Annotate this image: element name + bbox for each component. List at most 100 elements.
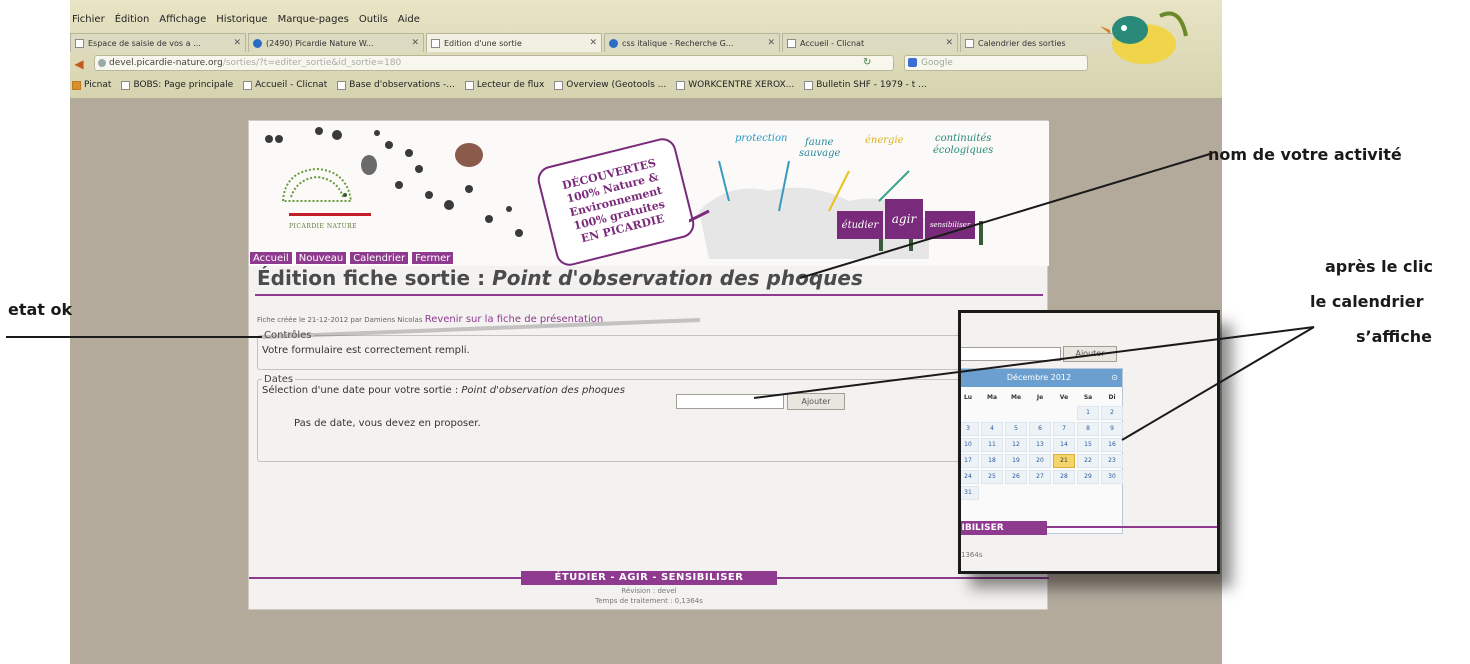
calendar-day[interactable]: 11 <box>981 438 1003 452</box>
calendar-day[interactable]: 26 <box>1005 470 1027 484</box>
calendar-day[interactable]: 30 <box>1101 470 1123 484</box>
bookmark-picnat[interactable]: Picnat <box>72 80 111 90</box>
close-icon[interactable]: ✕ <box>945 38 953 48</box>
calendar-day[interactable]: 16 <box>1101 438 1123 452</box>
calendar-day[interactable]: 31 <box>961 486 979 500</box>
calendar-day[interactable]: 3 <box>961 422 979 436</box>
tab-bar: Espace de saisie de vos a ... ✕ (2490) Pi… <box>70 33 1138 53</box>
calendar-day[interactable]: 22 <box>1077 454 1099 468</box>
bookmark-lecteur-flux[interactable]: Lecteur de flux <box>464 80 544 90</box>
inset-date-input[interactable] <box>961 347 1061 361</box>
calendar-day[interactable]: 9 <box>1101 422 1123 436</box>
nav-calendrier[interactable]: Calendrier <box>349 251 410 265</box>
calendar-day[interactable]: 7 <box>1053 422 1075 436</box>
calendar-weekday: Ve <box>1059 394 1069 401</box>
calendar-day[interactable]: 24 <box>961 470 979 484</box>
calendar-grid: Lu Ma Me Je Ve Sa Di 1 2 3 4 5 6 7 8 9 10 11 12 13 14 15 16 17 1… <box>961 387 1123 501</box>
tab-edition-sortie[interactable]: Edition d'une sortie ✕ <box>426 33 602 52</box>
tab-accueil-clicnat[interactable]: Accueil - Clicnat ✕ <box>782 33 958 52</box>
web-page: PICARDIE NATURE DÉCOUVERTES 100% Nature … <box>248 120 1057 610</box>
menu-marque-pages[interactable]: Marque-pages <box>278 14 349 32</box>
date-input[interactable] <box>676 394 784 409</box>
calendar-day[interactable]: 19 <box>1005 454 1027 468</box>
bookmark-bulletin-shf[interactable]: Bulletin SHF - 1979 - t ... <box>804 80 927 90</box>
back-to-presentation-link[interactable]: Revenir sur la fiche de présentation <box>425 314 604 325</box>
annotation-activity-name: nom de votre activité <box>1208 145 1402 164</box>
calendar-day[interactable]: 14 <box>1053 438 1075 452</box>
page-icon <box>804 80 814 90</box>
creation-info: Fiche créée le 21-12-2012 par Damiens Ni… <box>257 314 604 325</box>
page-icon <box>464 80 474 90</box>
close-icon[interactable]: ✕ <box>767 38 775 48</box>
calendar-month: Décembre 2012 <box>1006 373 1072 382</box>
bookmark-base-observations[interactable]: Base d'observations -... <box>337 80 455 90</box>
calendar-day[interactable]: 25 <box>981 470 1003 484</box>
next-month-icon[interactable]: ⊙ <box>1111 369 1118 387</box>
calendar-day[interactable]: 29 <box>1077 470 1099 484</box>
nav-nouveau[interactable]: Nouveau <box>294 251 348 265</box>
back-arrow-icon[interactable]: ◀ <box>70 57 88 71</box>
nav-accueil[interactable]: Accueil <box>249 251 293 265</box>
menu-bar: Fichier Édition Affichage Historique Mar… <box>70 14 420 32</box>
site-identity-icon[interactable] <box>98 59 106 67</box>
calendar-day[interactable]: 15 <box>1077 438 1099 452</box>
page-title: Édition fiche sortie : Point d'observati… <box>257 266 863 290</box>
footer-processing-time: Temps de traitement : 0,1364s <box>595 597 703 605</box>
no-date-message: Pas de date, vous devez en proposer. <box>294 418 481 429</box>
page-icon <box>121 80 131 90</box>
tab-css-italique[interactable]: css italique - Recherche G... ✕ <box>604 33 780 52</box>
close-icon[interactable]: ✕ <box>233 38 241 48</box>
inset-add-button[interactable]: Ajouter <box>1063 346 1117 362</box>
calendar-day[interactable]: 2 <box>1101 406 1123 420</box>
calendar-day[interactable]: 1 <box>1077 406 1099 420</box>
menu-affichage[interactable]: Affichage <box>159 14 206 32</box>
calendar-day[interactable]: 8 <box>1077 422 1099 436</box>
search-icon <box>609 38 618 48</box>
calendar-day[interactable]: 4 <box>981 422 1003 436</box>
bookmark-bobs[interactable]: BOBS: Page principale <box>121 80 233 90</box>
bookmark-workcentre-xerox[interactable]: WORKCENTRE XEROX... <box>676 80 794 90</box>
bookmark-overview-geotools[interactable]: Overview (Geotools ... <box>554 80 666 90</box>
menu-edition[interactable]: Édition <box>115 14 150 32</box>
nav-fermer[interactable]: Fermer <box>411 251 455 265</box>
calendar-day[interactable]: 12 <box>1005 438 1027 452</box>
calendar-day[interactable]: 13 <box>1029 438 1051 452</box>
calendar-day[interactable]: 21 <box>1053 454 1075 468</box>
tab-espace-saisie[interactable]: Espace de saisie de vos a ... ✕ <box>70 33 246 52</box>
picardie-map-illustration <box>689 160 983 259</box>
page-icon <box>75 38 84 48</box>
bookmark-accueil-clicnat[interactable]: Accueil - Clicnat <box>243 80 327 90</box>
reload-icon[interactable]: ↻ <box>863 56 871 70</box>
footer-revision: Révision : devel <box>621 587 677 595</box>
calendar-day[interactable]: 20 <box>1029 454 1051 468</box>
tab-picardie-nature[interactable]: (2490) Picardie Nature W... ✕ <box>248 33 424 52</box>
add-date-button[interactable]: Ajouter <box>787 393 845 410</box>
banner: PICARDIE NATURE DÉCOUVERTES 100% Nature … <box>249 121 1049 269</box>
menu-historique[interactable]: Historique <box>216 14 267 32</box>
search-box[interactable]: Google ⚲ <box>904 55 1088 71</box>
calendar-weekday: Je <box>1036 394 1044 401</box>
calendar-day[interactable]: 27 <box>1029 470 1051 484</box>
page-icon <box>787 38 796 48</box>
calendar-weekday: Me <box>1010 394 1022 401</box>
calendar-day[interactable]: 10 <box>961 438 979 452</box>
calendar-weekday: Di <box>1108 394 1116 401</box>
calendar-day[interactable]: 6 <box>1029 422 1051 436</box>
calendar-day[interactable]: 17 <box>961 454 979 468</box>
page-icon <box>554 80 564 90</box>
calendar-day[interactable]: 5 <box>1005 422 1027 436</box>
title-rule <box>255 294 1043 296</box>
bookmarks-bar: Picnat BOBS: Page principale Accueil - C… <box>70 75 927 95</box>
discovery-stamp: DÉCOUVERTES 100% Nature & Environnement … <box>534 135 698 269</box>
close-icon[interactable]: ✕ <box>411 38 419 48</box>
close-icon[interactable]: ✕ <box>589 38 597 48</box>
calendar-day[interactable]: 28 <box>1053 470 1075 484</box>
url-bar[interactable]: devel.picardie-nature.org/sorties/?t=edi… <box>94 55 894 71</box>
controls-fieldset: Contrôles Votre formulaire est correctem… <box>257 330 1057 370</box>
menu-outils[interactable]: Outils <box>359 14 388 32</box>
page-icon <box>676 80 686 90</box>
menu-aide[interactable]: Aide <box>398 14 420 32</box>
menu-fichier[interactable]: Fichier <box>72 14 105 32</box>
calendar-day[interactable]: 18 <box>981 454 1003 468</box>
calendar-day[interactable]: 23 <box>1101 454 1123 468</box>
